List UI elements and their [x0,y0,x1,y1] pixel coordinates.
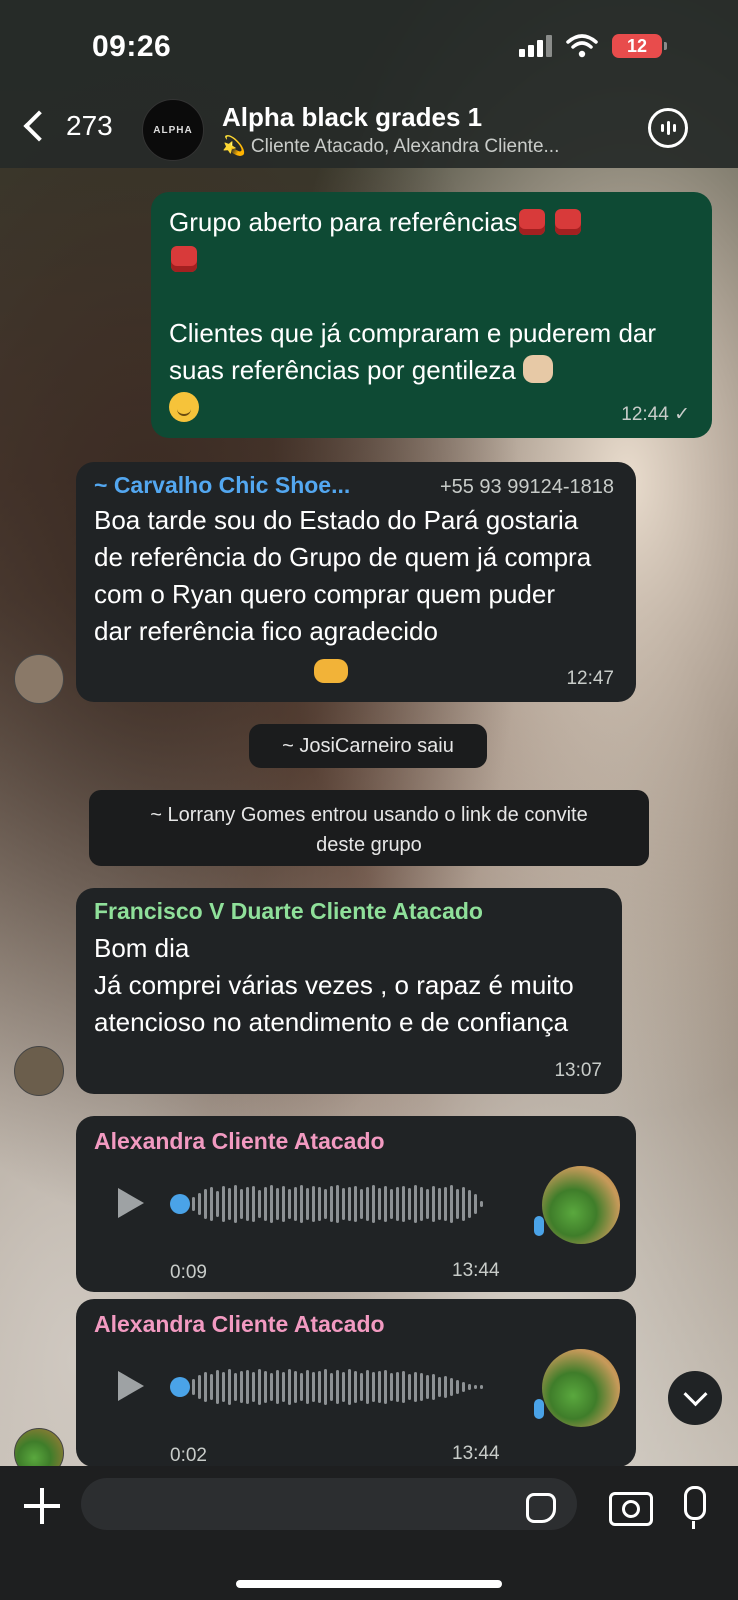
scroll-to-bottom-button[interactable] [668,1371,722,1425]
incoming-message[interactable]: ~ Carvalho Chic Shoe... +55 93 99124-181… [76,462,636,702]
voice-message[interactable]: Alexandra Cliente Atacado 0:09 13:44 [76,1116,636,1292]
sender-name[interactable]: Alexandra Cliente Atacado [94,1311,385,1338]
message-time: 12:47 [566,668,614,689]
siren-emoji-icon [171,246,197,272]
playback-position-icon[interactable] [170,1377,190,1397]
sender-name[interactable]: Francisco V Duarte Cliente Atacado [94,898,483,925]
message-text: Grupo aberto para referências [169,207,518,237]
microphone-icon[interactable] [684,1486,706,1529]
incoming-message[interactable]: Francisco V Duarte Cliente Atacado Bom d… [76,888,622,1094]
microphone-icon [534,1216,544,1236]
waveform[interactable] [192,1367,483,1407]
chat-title[interactable]: Alpha black grades 1 [222,102,482,133]
sender-phone: +55 93 99124-1818 [439,476,614,498]
play-icon[interactable] [118,1188,144,1218]
play-icon[interactable] [118,1371,144,1401]
chat-header: 09:26 12 273 ALPHA Alpha black grades 1 … [0,0,738,168]
unread-count: 273 [66,110,113,141]
sender-name[interactable]: ~ Carvalho Chic Shoe... [94,472,350,499]
voice-chat-button[interactable] [648,108,688,148]
system-notice: ~ Lorrany Gomes entrou usando o link de … [89,790,649,866]
message-time: 12:44 ✓ [621,404,690,425]
cellular-signal-icon [519,35,552,57]
battery-icon: 12 [612,34,667,58]
plus-icon[interactable] [24,1488,60,1524]
smiling-face-emoji-icon [169,392,199,422]
sender-avatar [542,1166,620,1244]
chat-participants[interactable]: 💫 Cliente Atacado, Alexandra Cliente... [222,134,632,158]
chevron-left-icon [23,110,55,142]
sender-name[interactable]: Alexandra Cliente Atacado [94,1128,385,1155]
message-text: Bom dia [94,933,190,963]
wifi-icon [566,34,598,58]
sender-avatar[interactable] [14,654,64,704]
sender-avatar[interactable] [14,1046,64,1096]
system-notice: ~ JosiCarneiro saiu [249,724,487,768]
status-icons: 12 [519,34,667,58]
group-avatar[interactable]: ALPHA [142,99,204,161]
outgoing-message[interactable]: Grupo aberto para referências Clientes q… [151,192,712,438]
message-text: Clientes que já compraram e puderem dar … [169,318,657,385]
siren-emoji-icon [554,209,581,235]
voice-duration: 0:09 [170,1262,207,1283]
back-button[interactable]: 273 [20,110,113,142]
status-time: 09:26 [92,30,172,63]
home-indicator [236,1580,502,1588]
camera-icon[interactable] [609,1492,653,1526]
handshake-emoji-icon [314,659,348,683]
microphone-icon [534,1399,544,1419]
siren-emoji-icon [519,209,546,235]
clapping-hands-emoji-icon [523,355,554,383]
sticker-icon[interactable] [526,1493,556,1523]
playback-position-icon[interactable] [170,1194,190,1214]
sender-avatar [542,1349,620,1427]
message-time: 13:07 [554,1060,602,1081]
message-time: 13:44 [452,1443,500,1464]
voice-message[interactable]: Alexandra Cliente Atacado 0:02 13:44 [76,1299,636,1467]
message-text: Boa tarde sou do Estado do Pará gostaria… [94,505,592,646]
message-text: Já comprei várias vezes , o rapaz é muit… [94,970,574,1037]
message-input[interactable] [81,1478,577,1530]
voice-duration: 0:02 [170,1445,207,1466]
waveform[interactable] [192,1184,483,1224]
chevron-down-icon [682,1381,708,1406]
message-time: 13:44 [452,1260,500,1281]
